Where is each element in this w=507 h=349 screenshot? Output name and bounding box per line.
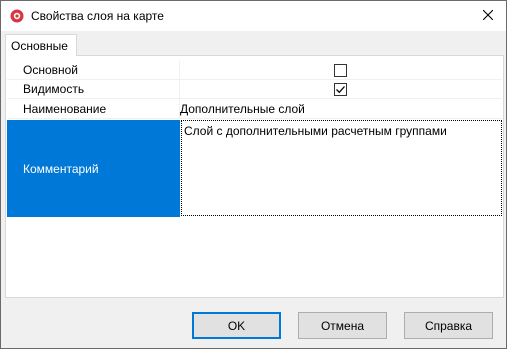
tab-main-label: Основные: [11, 39, 68, 53]
visibility-checkbox[interactable]: [334, 83, 347, 96]
comment-editor[interactable]: Слой с дополнительными расчетным группам…: [181, 120, 502, 216]
property-name: Видимость: [23, 82, 85, 96]
property-row-name[interactable]: Наименование Дополнительные слой: [7, 99, 502, 119]
help-button[interactable]: Справка: [404, 312, 493, 339]
property-name: Комментарий: [7, 120, 180, 217]
layer-properties-icon: [10, 9, 24, 23]
window-title: Свойства слоя на карте: [31, 9, 164, 23]
title-bar: Свойства слоя на карте: [1, 1, 506, 31]
close-icon: [482, 9, 494, 23]
tab-main[interactable]: Основные: [5, 34, 77, 56]
main-checkbox[interactable]: [334, 64, 347, 77]
checkmark-icon: [336, 86, 345, 94]
property-grid: Основной Видимость Наименование Дополнит…: [7, 61, 502, 217]
property-row-visibility[interactable]: Видимость: [7, 80, 502, 99]
property-row-main[interactable]: Основной: [7, 61, 502, 80]
ok-button[interactable]: OK: [192, 312, 281, 339]
name-value[interactable]: Дополнительные слой: [180, 99, 502, 118]
dialog-window: Свойства слоя на карте Основные Основной…: [0, 0, 507, 349]
property-name: Основной: [23, 63, 79, 77]
close-button[interactable]: [470, 1, 506, 31]
cancel-button[interactable]: Отмена: [298, 312, 387, 339]
property-name: Наименование: [23, 101, 107, 116]
property-value[interactable]: [180, 61, 502, 79]
property-row-comment[interactable]: Комментарий Слой с дополнительными расче…: [7, 120, 502, 217]
property-value[interactable]: [180, 80, 502, 98]
